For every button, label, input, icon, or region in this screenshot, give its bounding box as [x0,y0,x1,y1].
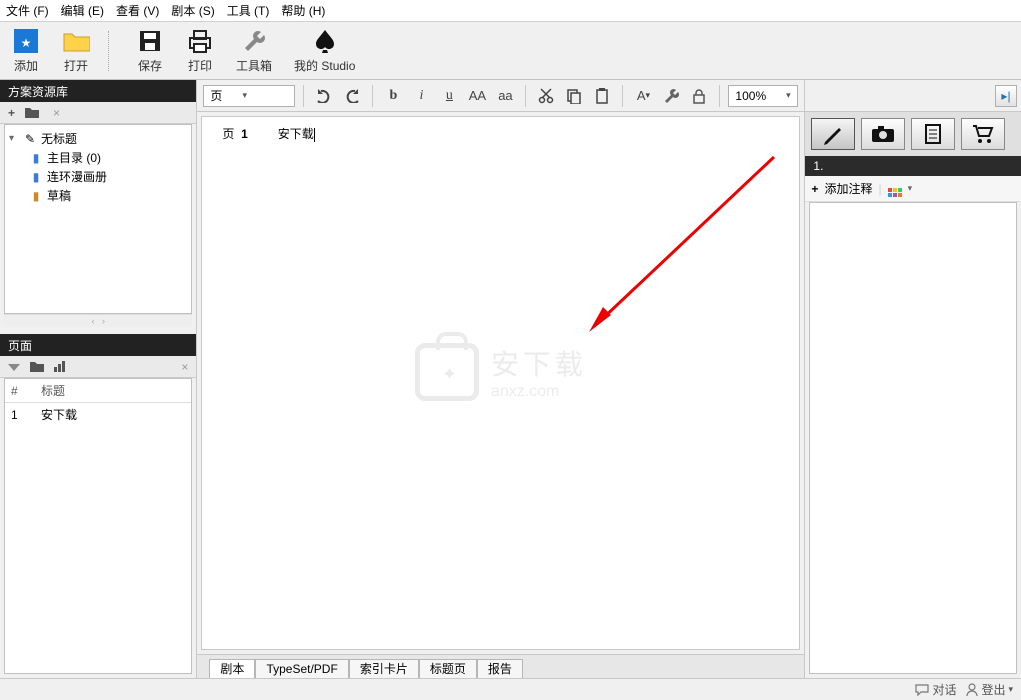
tab-typeset[interactable]: TypeSet/PDF [255,659,348,679]
page-header-row: 页 1 安下载 [202,117,799,150]
menu-edit[interactable]: 编辑 (E) [61,2,104,19]
save-button[interactable]: 保存 [132,25,168,76]
lock-button[interactable] [687,84,711,108]
note-toolbar: + 添加注释 | ▾ [805,176,1021,202]
copy-button[interactable] [562,84,586,108]
menu-bar: 文件 (F) 编辑 (E) 查看 (V) 剧本 (S) 工具 (T) 帮助 (H… [0,0,1021,22]
note-icon: ▮ [29,189,43,203]
table-row[interactable]: 1 安下载 [5,403,191,427]
center-area: 页 ▾ b i u AA aa [197,80,804,678]
pages-panel-header: 页面 [0,334,196,356]
lowercase-button[interactable]: aa [493,84,517,108]
italic-button[interactable]: i [409,84,433,108]
star-icon: ★ [12,27,40,55]
chevron-down-icon: ▾ [786,90,791,101]
main-toolbar: ★ 添加 打开 保存 打印 工具箱 我的 Studio [0,22,1021,80]
col-title: 标题 [35,379,191,403]
add-note-icon[interactable]: + [811,182,818,196]
folder-icon [62,27,90,55]
collapse-right-button[interactable]: ▸| [995,85,1017,107]
editor-toolbar: 页 ▾ b i u AA aa [197,80,804,112]
folder-small-icon-2[interactable] [30,361,44,372]
font-button[interactable]: A▾ [631,84,655,108]
tab-title-page[interactable]: 标题页 [419,659,477,679]
spade-icon [311,27,339,55]
book-icon: ▮ [29,170,43,184]
menu-tools[interactable]: 工具 (T) [227,2,270,19]
page-tool-button[interactable] [911,118,955,150]
cut-button[interactable] [534,84,558,108]
bottom-tabs: 剧本 TypeSet/PDF 索引卡片 标题页 报告 [197,654,804,678]
wrench-icon [240,27,268,55]
delete-resource-icon[interactable]: × [53,106,60,120]
chart-icon[interactable] [54,361,66,372]
menu-help[interactable]: 帮助 (H) [281,2,325,19]
resources-tree[interactable]: ▾ ✎ 无标题 ▮ 主目录 (0) ▮ 连环漫画册 ▮ 草稿 [4,124,192,314]
paste-button[interactable] [590,84,614,108]
zoom-combo[interactable]: 100% ▾ [728,85,798,107]
chevron-down-icon: ▾ [1008,684,1013,695]
bold-button[interactable]: b [381,84,405,108]
tree-draft[interactable]: ▮ 草稿 [7,186,189,205]
add-note-label[interactable]: 添加注释 [824,180,872,197]
section-header: 1. [805,156,1021,176]
menu-script[interactable]: 剧本 (S) [171,2,214,19]
tab-report[interactable]: 报告 [477,659,523,679]
camera-tool-button[interactable] [861,118,905,150]
tab-script[interactable]: 剧本 [209,659,255,679]
chevron-down-icon[interactable]: ▾ [908,183,913,194]
tree-comic[interactable]: ▮ 连环漫画册 [7,167,189,186]
pencil-icon: ✎ [23,132,37,146]
left-sidebar: 方案资源库 + × ▾ ✎ 无标题 ▮ 主目录 (0) ▮ 连环漫画册 ▮ [0,80,197,678]
cart-tool-button[interactable] [961,118,1005,150]
add-button[interactable]: ★ 添加 [8,25,44,76]
color-picker-icon[interactable] [888,181,902,197]
chevron-down-icon: ▾ [242,90,247,101]
print-button[interactable]: 打印 [182,25,218,76]
tab-index-card[interactable]: 索引卡片 [349,659,419,679]
toolbox-button[interactable]: 工具箱 [232,25,276,76]
right-tool-row [805,112,1021,156]
open-button[interactable]: 打开 [58,25,94,76]
tree-root[interactable]: ▾ ✎ 无标题 [7,129,189,148]
annotation-arrow [569,147,789,347]
close-pages-icon[interactable]: × [181,360,188,374]
print-icon [186,27,214,55]
resources-panel-header: 方案资源库 [0,80,196,102]
save-icon [136,27,164,55]
folder-small-icon[interactable] [25,107,39,118]
uppercase-button[interactable]: AA [465,84,489,108]
status-bar: 对话 登出 ▾ [0,678,1021,700]
svg-text:★: ★ [21,36,32,50]
settings-wrench-button[interactable] [659,84,683,108]
dropdown-icon[interactable] [8,360,20,374]
tree-main-index[interactable]: ▮ 主目录 (0) [7,148,189,167]
undo-button[interactable] [312,84,336,108]
chat-icon [915,684,929,696]
pages-list[interactable]: # 标题 1 安下载 [4,378,192,674]
studio-button[interactable]: 我的 Studio [290,25,359,76]
menu-file[interactable]: 文件 (F) [6,2,49,19]
page-text[interactable]: 安下载 [278,125,315,142]
redo-button[interactable] [340,84,364,108]
style-combo[interactable]: 页 ▾ [203,85,295,107]
user-icon [966,683,978,697]
notes-area[interactable] [809,202,1017,674]
resources-toolbar: + × [0,102,196,124]
logout-button[interactable]: 登出 ▾ [966,681,1013,698]
tree-h-scroll[interactable]: ‹ › [4,314,192,326]
pen-tool-button[interactable] [811,118,855,150]
pages-toolbar: × [0,356,196,378]
watermark: 安下载 anxz.com [415,343,587,401]
col-num: # [5,379,35,403]
right-sidebar: ▸| 1. + 添加注释 | [804,80,1021,678]
doc-icon: ▮ [29,151,43,165]
editor-canvas[interactable]: 页 1 安下载 安下载 anxz.com [201,116,800,650]
chat-button[interactable]: 对话 [915,681,956,698]
add-resource-icon[interactable]: + [8,106,15,120]
menu-view[interactable]: 查看 (V) [116,2,159,19]
underline-button[interactable]: u [437,84,461,108]
